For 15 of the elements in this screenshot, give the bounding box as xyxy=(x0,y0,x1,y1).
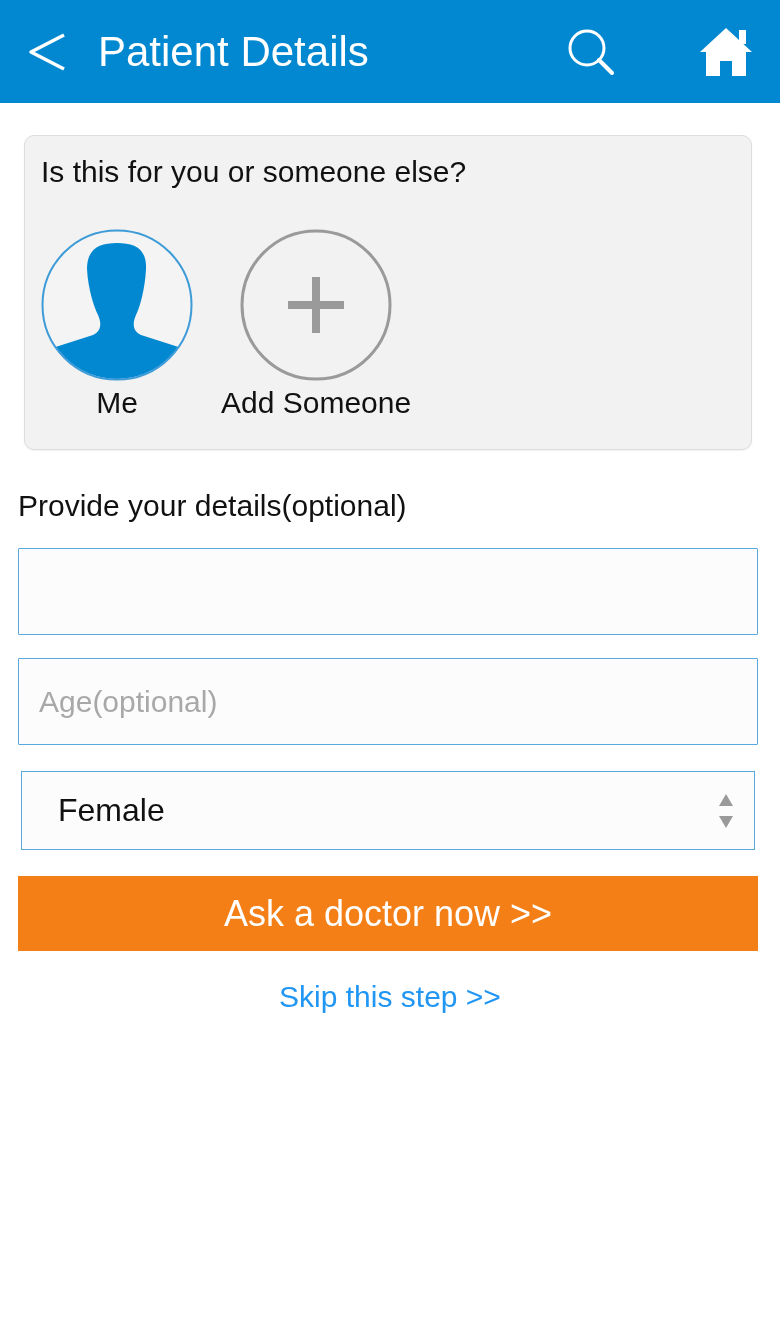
select-arrows-icon xyxy=(718,792,734,829)
card-question: Is this for you or someone else? xyxy=(41,154,468,190)
search-button[interactable] xyxy=(567,27,615,76)
search-icon xyxy=(567,27,615,76)
recipient-option[interactable]: Add Someone xyxy=(221,229,412,421)
home-button[interactable] xyxy=(700,26,752,77)
input-field[interactable] xyxy=(18,548,758,635)
page-title: Patient Details xyxy=(98,27,369,76)
recipient-option[interactable]: Me xyxy=(41,229,193,421)
home-icon xyxy=(700,26,752,77)
select-field[interactable]: Female xyxy=(21,771,755,850)
section-heading: Provide your details(optional) xyxy=(18,488,408,524)
back-icon xyxy=(28,32,66,71)
input-field[interactable]: Age(optional) xyxy=(18,658,758,745)
back-button[interactable] xyxy=(28,32,66,71)
